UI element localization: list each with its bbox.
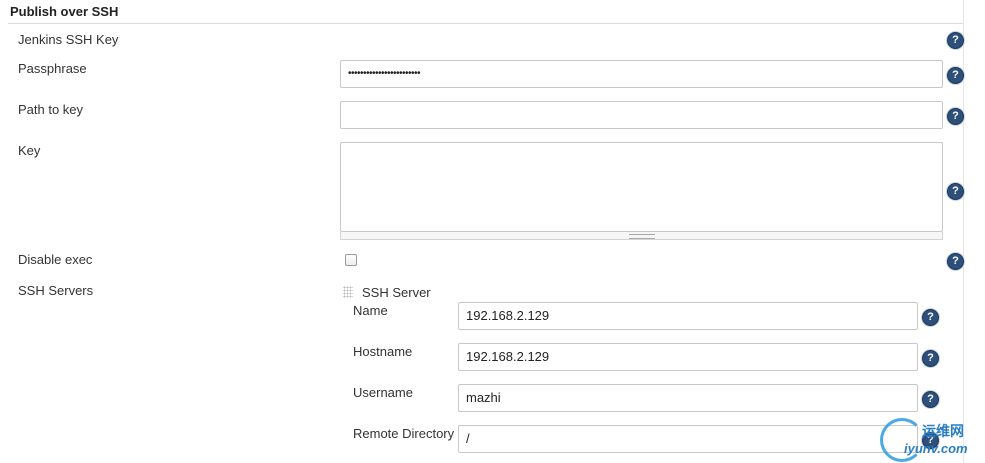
section-title: Publish over SSH <box>10 4 119 19</box>
jenkins-ssh-key-help-icon[interactable]: ? <box>947 32 964 49</box>
path-to-key-help-icon[interactable]: ? <box>947 108 964 125</box>
disable-exec-checkbox[interactable] <box>345 254 357 266</box>
username-help-icon[interactable]: ? <box>922 391 939 408</box>
key-textarea[interactable] <box>340 142 943 232</box>
key-textarea-resize-handle[interactable] <box>340 232 943 240</box>
passphrase-help-icon[interactable]: ? <box>947 67 964 84</box>
hostname-input[interactable]: 192.168.2.129 <box>458 343 918 371</box>
server-name-input[interactable]: 192.168.2.129 <box>458 302 918 330</box>
passphrase-label: Passphrase <box>18 61 87 76</box>
jenkins-ssh-key-label: Jenkins SSH Key <box>18 32 119 47</box>
drag-handle-icon[interactable] <box>343 286 353 298</box>
watermark-en-text: iyunv.com <box>904 441 968 456</box>
hostname-label: Hostname <box>353 344 413 359</box>
ssh-server-heading: SSH Server <box>362 285 431 300</box>
resize-grip-icon <box>629 234 655 239</box>
server-name-label: Name <box>353 303 388 318</box>
panel-right-border <box>963 0 964 463</box>
server-name-help-icon[interactable]: ? <box>922 309 939 326</box>
disable-exec-label: Disable exec <box>18 252 93 267</box>
section-divider <box>8 23 963 24</box>
hostname-help-icon[interactable]: ? <box>922 350 939 367</box>
path-to-key-input[interactable] <box>340 101 943 129</box>
ssh-servers-label: SSH Servers <box>18 283 94 298</box>
remote-directory-input[interactable]: / <box>458 425 918 453</box>
key-help-icon[interactable]: ? <box>947 183 964 200</box>
watermark-cn-text: 运维网 <box>922 423 964 439</box>
username-input[interactable]: mazhi <box>458 384 918 412</box>
passphrase-input[interactable]: •••••••••••••••••••••••• <box>340 60 943 88</box>
key-label: Key <box>18 143 41 158</box>
path-to-key-label: Path to key <box>18 102 84 117</box>
username-label: Username <box>353 385 413 400</box>
disable-exec-help-icon[interactable]: ? <box>947 253 964 270</box>
remote-directory-label: Remote Directory <box>353 426 455 441</box>
